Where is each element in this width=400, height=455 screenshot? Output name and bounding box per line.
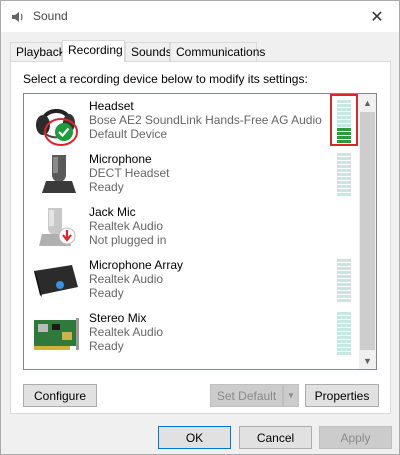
meter-segment: [337, 181, 351, 184]
tab-playback[interactable]: Playback: [10, 42, 65, 61]
meter-segment: [337, 267, 351, 270]
device-item-stereo-mix[interactable]: Stereo Mix Realtek Audio Ready: [24, 306, 360, 359]
microphone-array-icon: [34, 265, 78, 297]
tab-communications[interactable]: Communications: [170, 42, 265, 61]
set-default-button: Set Default: [210, 384, 283, 407]
meter-segment: [337, 157, 351, 160]
meter-segment: [337, 332, 351, 335]
device-status: Default Device: [89, 127, 168, 141]
device-name: Headset: [89, 99, 134, 113]
device-item-headset[interactable]: Headset Bose AE2 SoundLink Hands-Free AG…: [24, 94, 360, 147]
tab-recording[interactable]: Recording: [62, 40, 125, 62]
microphone-icon: [42, 155, 76, 193]
meter-segment: [337, 271, 351, 274]
title-bar: Sound ✕: [1, 1, 399, 32]
device-description: Realtek Audio: [89, 325, 164, 339]
scroll-up-button[interactable]: ▲: [359, 94, 376, 111]
set-default-dropdown: ▼: [283, 384, 299, 407]
meter-segment: [337, 279, 351, 282]
scroll-down-button[interactable]: ▼: [359, 352, 376, 369]
speaker-icon: [12, 12, 23, 22]
meter-segment: [337, 263, 351, 266]
meter-segment: [337, 185, 351, 188]
meter-segment: [337, 344, 351, 347]
device-description: Realtek Audio: [89, 272, 164, 286]
meter-segment: [337, 348, 351, 351]
close-icon: ✕: [370, 8, 384, 26]
cancel-button[interactable]: Cancel: [239, 426, 312, 449]
sound-dialog: Sound ✕ Playback Recording Sounds Commun…: [0, 0, 400, 455]
configure-button[interactable]: Configure: [23, 384, 97, 407]
device-name: Microphone: [89, 152, 152, 166]
meter-segment: [337, 312, 351, 315]
device-item-microphone[interactable]: Microphone DECT Headset Ready: [24, 147, 360, 200]
meter-segment: [337, 177, 351, 180]
meter-segment: [337, 189, 351, 192]
meter-segment: [337, 340, 351, 343]
apply-button: Apply: [319, 426, 392, 449]
meter-segment: [337, 352, 351, 355]
meter-segment: [337, 165, 351, 168]
device-name: Microphone Array: [89, 258, 184, 272]
chevron-down-icon: ▼: [363, 355, 372, 366]
meter-segment: [337, 259, 351, 262]
device-description: Realtek Audio: [89, 219, 164, 233]
instruction-text: Select a recording device below to modif…: [23, 72, 308, 86]
device-status: Ready: [89, 339, 124, 353]
meter-segment: [337, 299, 351, 302]
meter-segment: [337, 283, 351, 286]
meter-segment: [337, 153, 351, 156]
default-check-badge: [44, 118, 78, 146]
meter-segment: [337, 287, 351, 290]
meter-segment: [337, 336, 351, 339]
level-meter: [337, 259, 351, 303]
scroll-thumb[interactable]: [360, 112, 375, 350]
device-description: Bose AE2 SoundLink Hands-Free AG Audio: [89, 113, 322, 127]
unplugged-badge: [58, 227, 76, 245]
device-name: Jack Mic: [89, 205, 136, 219]
close-button[interactable]: ✕: [355, 1, 399, 32]
meter-segment: [337, 324, 351, 327]
meter-segment: [337, 328, 351, 331]
chevron-up-icon: ▲: [363, 97, 372, 108]
properties-button[interactable]: Properties: [305, 384, 379, 407]
device-item-microphone-array[interactable]: Microphone Array Realtek Audio Ready: [24, 253, 360, 306]
meter-segment: [337, 316, 351, 319]
meter-segment: [337, 295, 351, 298]
device-list[interactable]: Headset Bose AE2 SoundLink Hands-Free AG…: [23, 93, 377, 370]
device-name: Stereo Mix: [89, 311, 147, 325]
device-status: Not plugged in: [89, 233, 167, 247]
device-item-jack-mic[interactable]: Jack Mic Realtek Audio Not plugged in: [24, 200, 360, 253]
meter-segment: [337, 320, 351, 323]
meter-highlight-box: [330, 94, 358, 146]
meter-segment: [337, 193, 351, 196]
device-status: Ready: [89, 180, 124, 194]
vertical-scrollbar[interactable]: ▲ ▼: [359, 94, 376, 369]
stereo-mix-icon: [34, 318, 79, 350]
device-description: DECT Headset: [89, 166, 170, 180]
device-status: Ready: [89, 286, 124, 300]
tab-sounds[interactable]: Sounds: [125, 42, 172, 61]
ok-button[interactable]: OK: [158, 426, 231, 449]
window-title: Sound: [33, 9, 68, 23]
meter-segment: [337, 173, 351, 176]
meter-segment: [337, 291, 351, 294]
level-meter: [337, 153, 351, 197]
meter-segment: [337, 169, 351, 172]
chevron-down-icon: ▼: [287, 391, 295, 400]
meter-segment: [337, 275, 351, 278]
meter-segment: [337, 161, 351, 164]
level-meter: [337, 312, 351, 356]
